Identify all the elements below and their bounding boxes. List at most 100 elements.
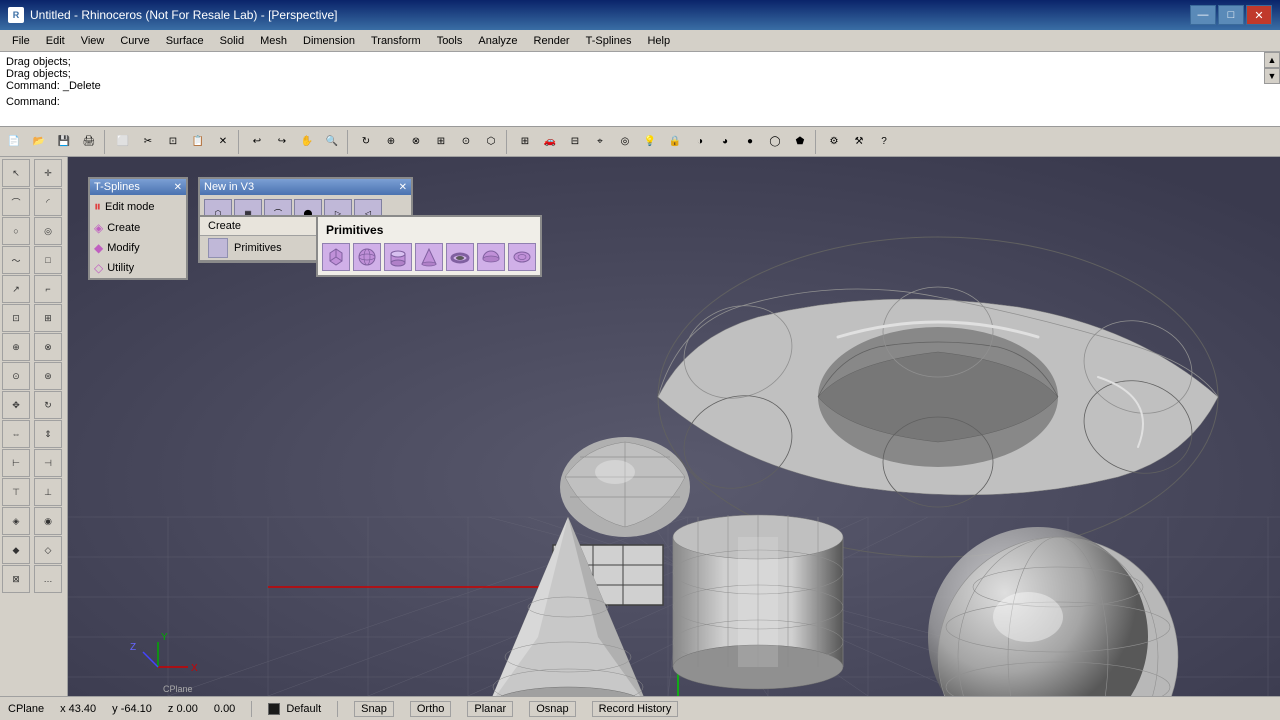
redo-button[interactable]: ↪ — [270, 130, 294, 154]
osnap-button[interactable]: Osnap — [529, 701, 575, 717]
prim-box[interactable] — [322, 243, 350, 271]
scroll-down-button[interactable]: ▼ — [1264, 68, 1280, 84]
lt-tool5[interactable]: ⊕ — [2, 333, 30, 361]
menu-edit[interactable]: Edit — [38, 30, 73, 51]
tsplines-utility[interactable]: ◇ Utility — [90, 258, 186, 278]
lt-extra2[interactable]: … — [34, 565, 62, 593]
grid-button[interactable]: ⊞ — [513, 130, 537, 154]
command-input[interactable] — [64, 96, 364, 108]
rotate-button[interactable]: ↻ — [354, 130, 378, 154]
newv3-close[interactable]: ✕ — [399, 182, 407, 193]
prim-sphere[interactable] — [353, 243, 381, 271]
tool13[interactable]: ● — [738, 130, 762, 154]
help-icon-button[interactable]: ? — [872, 130, 896, 154]
undo-button[interactable]: ↩ — [245, 130, 269, 154]
close-button[interactable]: ✕ — [1246, 5, 1272, 25]
tsplines-modify[interactable]: ◆ Modify — [90, 238, 186, 258]
menu-view[interactable]: View — [73, 30, 113, 51]
lt-obj4[interactable]: ◇ — [34, 536, 62, 564]
prim-halfball[interactable] — [477, 243, 505, 271]
scroll-up-button[interactable]: ▲ — [1264, 52, 1280, 68]
lt-mirror[interactable]: ⇕ — [34, 420, 62, 448]
tool10[interactable]: 💡 — [638, 130, 662, 154]
tool12[interactable]: ◕ — [713, 130, 737, 154]
lt-arrow[interactable]: ↗ — [2, 275, 30, 303]
lt-tool7[interactable]: ⊙ — [2, 362, 30, 390]
lt-freeform[interactable]: 〜 — [2, 246, 30, 274]
lt-obj3[interactable]: ◆ — [2, 536, 30, 564]
tsplines-create[interactable]: ◈ Create — [90, 218, 186, 238]
open-button[interactable]: 📂 — [27, 130, 51, 154]
lt-tool2[interactable]: ⌐ — [34, 275, 62, 303]
lt-obj1[interactable]: ◈ — [2, 507, 30, 535]
copy-button[interactable]: ⊡ — [161, 130, 185, 154]
lt-cross[interactable]: ✛ — [34, 159, 62, 187]
lt-snap2[interactable]: ⊣ — [34, 449, 62, 477]
tool9[interactable]: ◎ — [613, 130, 637, 154]
new-button[interactable]: 📄 — [2, 130, 26, 154]
lt-rotate2[interactable]: ↻ — [34, 391, 62, 419]
planar-button[interactable]: Planar — [467, 701, 513, 717]
delete-button[interactable]: ✕ — [211, 130, 235, 154]
cut-button[interactable]: ✂ — [136, 130, 160, 154]
lt-extra1[interactable]: ⊠ — [2, 565, 30, 593]
maximize-button[interactable]: □ — [1218, 5, 1244, 25]
tsplines-header[interactable]: T-Splines ✕ — [90, 179, 186, 195]
lt-tool4[interactable]: ⊞ — [34, 304, 62, 332]
lt-circle[interactable]: ○ — [2, 217, 30, 245]
menu-help[interactable]: Help — [639, 30, 678, 51]
tool14[interactable]: ◯ — [763, 130, 787, 154]
menu-render[interactable]: Render — [526, 30, 578, 51]
menu-curve[interactable]: Curve — [112, 30, 157, 51]
tool3[interactable]: ⊞ — [429, 130, 453, 154]
lt-pointer[interactable]: ↖ — [2, 159, 30, 187]
tsplines-editmode[interactable]: ⏸ Edit mode — [90, 195, 186, 218]
tsplines-close[interactable]: ✕ — [174, 182, 182, 193]
lt-curve1[interactable]: ⌒ — [2, 188, 30, 216]
tool8[interactable]: ⌖ — [588, 130, 612, 154]
lt-curve2[interactable]: ◜ — [34, 188, 62, 216]
paste-button[interactable]: 📋 — [186, 130, 210, 154]
menu-analyze[interactable]: Analyze — [470, 30, 525, 51]
lt-tool3[interactable]: ⊡ — [2, 304, 30, 332]
menu-tsplines[interactable]: T-Splines — [578, 30, 640, 51]
zoom-button[interactable]: 🔍 — [320, 130, 344, 154]
settings-button[interactable]: ⚙ — [822, 130, 846, 154]
lt-scale[interactable]: ⇔ — [2, 420, 30, 448]
lt-tool8[interactable]: ⊛ — [34, 362, 62, 390]
minimize-button[interactable]: — — [1190, 5, 1216, 25]
menu-tools[interactable]: Tools — [429, 30, 471, 51]
tool11[interactable]: ◑ — [688, 130, 712, 154]
snap-button[interactable]: Snap — [354, 701, 394, 717]
print-button[interactable]: 🖨 — [77, 130, 101, 154]
lt-dim1[interactable]: ⊤ — [2, 478, 30, 506]
tool2[interactable]: ⊗ — [404, 130, 428, 154]
lock-button[interactable]: 🔒 — [663, 130, 687, 154]
tool15[interactable]: ⬟ — [788, 130, 812, 154]
tool6[interactable]: 🚗 — [538, 130, 562, 154]
lt-move[interactable]: ✥ — [2, 391, 30, 419]
viewport[interactable]: Perspective — [68, 157, 1280, 696]
menu-solid[interactable]: Solid — [212, 30, 252, 51]
menu-mesh[interactable]: Mesh — [252, 30, 295, 51]
tool4[interactable]: ⊙ — [454, 130, 478, 154]
menu-transform[interactable]: Transform — [363, 30, 429, 51]
lt-dim2[interactable]: ⊥ — [34, 478, 62, 506]
lt-rect[interactable]: □ — [34, 246, 62, 274]
prim-torus[interactable] — [446, 243, 474, 271]
create-item-primitives[interactable]: Primitives — [200, 236, 316, 260]
ortho-button[interactable]: Ortho — [410, 701, 452, 717]
prim-cone[interactable] — [415, 243, 443, 271]
pan-button[interactable]: ✋ — [295, 130, 319, 154]
newv3-header[interactable]: New in V3 ✕ — [200, 179, 411, 195]
prim-shape[interactable] — [508, 243, 536, 271]
save-button[interactable]: 💾 — [52, 130, 76, 154]
prim-cylinder[interactable] — [384, 243, 412, 271]
tool1[interactable]: ⊕ — [379, 130, 403, 154]
lt-circle2[interactable]: ◎ — [34, 217, 62, 245]
options-button[interactable]: ⚒ — [847, 130, 871, 154]
record-button[interactable]: Record History — [592, 701, 679, 717]
menu-dimension[interactable]: Dimension — [295, 30, 363, 51]
tool7[interactable]: ⊟ — [563, 130, 587, 154]
lt-snap1[interactable]: ⊢ — [2, 449, 30, 477]
